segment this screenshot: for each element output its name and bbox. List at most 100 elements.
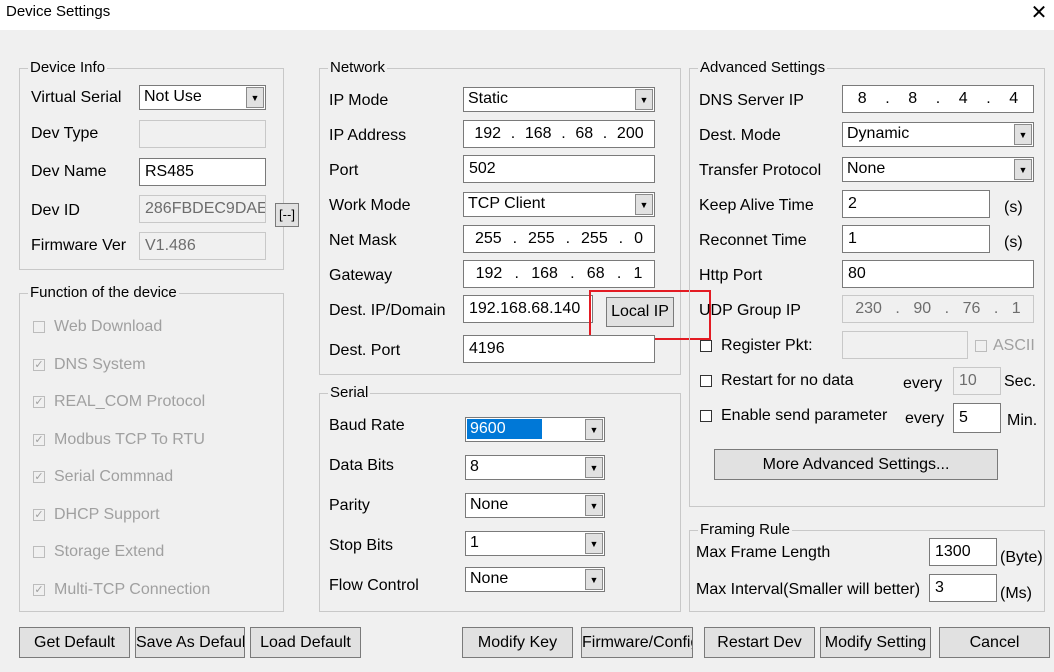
- dns-octet: 8: [857, 90, 867, 107]
- parity-select[interactable]: None ▼: [465, 493, 605, 518]
- keep-alive-input[interactable]: 2: [842, 190, 990, 218]
- serial-title: Serial: [328, 384, 371, 402]
- ascii-label: ASCII: [993, 337, 1035, 354]
- window-title: Device Settings: [6, 3, 111, 20]
- net-mask-input[interactable]: 255. 255. 255. 0: [463, 225, 655, 253]
- title-bar: [0, 0, 1054, 30]
- stop-bits-select[interactable]: 1 ▼: [465, 531, 605, 556]
- ip-octet: 200: [616, 125, 644, 142]
- work-mode-select[interactable]: TCP Client ▼: [463, 192, 655, 217]
- max-interval-input[interactable]: 3: [929, 574, 997, 602]
- restart-no-data-checkbox[interactable]: Restart for no data: [700, 371, 854, 391]
- more-advanced-button[interactable]: More Advanced Settings...: [714, 449, 998, 480]
- stop-bits-label: Stop Bits: [329, 537, 394, 554]
- dev-id-label: Dev ID: [31, 202, 80, 219]
- reconnect-label: Reconnet Time: [699, 232, 807, 249]
- enable-send-checkbox[interactable]: Enable send parameter: [700, 406, 887, 426]
- baud-rate-select[interactable]: 9600 ▼: [465, 417, 605, 442]
- udp-octet: 90: [913, 300, 932, 317]
- dest-mode-select[interactable]: Dynamic ▼: [842, 122, 1034, 147]
- work-mode-label: Work Mode: [329, 197, 411, 214]
- dns-server-input[interactable]: 8. 8. 4. 4: [842, 85, 1034, 113]
- function-title: Function of the device: [28, 284, 179, 302]
- port-input[interactable]: 502: [463, 155, 655, 183]
- restart-dev-button[interactable]: Restart Dev: [704, 627, 815, 658]
- modify-key-button[interactable]: Modify Key: [462, 627, 573, 658]
- enable-every-label: every: [905, 410, 945, 427]
- dest-ip-input[interactable]: 192.168.68.140: [463, 295, 593, 323]
- advanced-title: Advanced Settings: [698, 59, 828, 77]
- mask-octet: 255: [528, 230, 555, 247]
- enable-minutes-input[interactable]: 5: [953, 403, 1001, 433]
- register-pkt-checkbox[interactable]: Register Pkt:: [700, 336, 813, 356]
- firmware-field: V1.486: [139, 232, 266, 260]
- ip-address-input[interactable]: 192. 168. 68. 200: [463, 120, 655, 148]
- dev-type-field: [139, 120, 266, 148]
- modify-setting-button[interactable]: Modify Setting: [820, 627, 931, 658]
- restart-every-label: every: [903, 375, 943, 392]
- udp-octet: 1: [1011, 300, 1021, 317]
- gateway-label: Gateway: [329, 267, 393, 284]
- udp-octet: 76: [962, 300, 981, 317]
- virtual-serial-select[interactable]: Not Use ▼: [139, 85, 266, 110]
- flow-control-select[interactable]: None ▼: [465, 567, 605, 592]
- close-icon[interactable]: ✕: [1028, 0, 1050, 26]
- dest-ip-label: Dest. IP/Domain: [329, 302, 446, 319]
- gateway-octet: 1: [633, 265, 643, 282]
- register-pkt-field: [842, 331, 968, 359]
- enable-send-label: Enable send parameter: [721, 407, 888, 424]
- udp-group-input: 230. 90. 76. 1: [842, 295, 1034, 323]
- ip-octet: 68: [575, 125, 594, 142]
- work-mode-value: TCP Client: [468, 195, 546, 212]
- firmware-config-button[interactable]: Firmware/Config: [581, 627, 693, 658]
- framing-title: Framing Rule: [698, 521, 793, 539]
- cancel-button[interactable]: Cancel: [939, 627, 1050, 658]
- data-bits-label: Data Bits: [329, 457, 394, 474]
- restart-seconds-field: 10: [953, 367, 1001, 395]
- max-frame-input[interactable]: 1300: [929, 538, 997, 566]
- max-interval-unit: (Ms): [1000, 585, 1032, 602]
- checkmark-icon: ✓: [33, 471, 45, 483]
- chevron-down-icon: ▼: [585, 419, 603, 440]
- load-default-button[interactable]: Load Default: [250, 627, 361, 658]
- function-item-label: Modbus TCP To RTU: [54, 431, 205, 448]
- function-item: ✓ REAL_COM Protocol: [33, 392, 205, 412]
- flow-control-label: Flow Control: [329, 577, 419, 594]
- chevron-down-icon: ▼: [585, 533, 603, 554]
- ip-mode-select[interactable]: Static ▼: [463, 87, 655, 112]
- restart-no-data-label: Restart for no data: [721, 372, 854, 389]
- dest-port-input[interactable]: 4196: [463, 335, 655, 363]
- http-port-label: Http Port: [699, 267, 763, 284]
- dns-octet: 4: [958, 90, 968, 107]
- virtual-serial-value: Not Use: [144, 88, 202, 105]
- keep-alive-label: Keep Alive Time: [699, 197, 814, 214]
- chevron-down-icon: ▼: [246, 87, 264, 108]
- gateway-input[interactable]: 192. 168. 68. 1: [463, 260, 655, 288]
- parity-label: Parity: [329, 497, 370, 514]
- mask-octet: 0: [634, 230, 643, 247]
- checkmark-icon: ✓: [33, 584, 45, 596]
- baud-rate-value: 9600: [467, 419, 542, 439]
- stop-bits-value: 1: [470, 534, 479, 551]
- data-bits-value: 8: [470, 458, 479, 475]
- data-bits-select[interactable]: 8 ▼: [465, 455, 605, 480]
- get-default-button[interactable]: Get Default: [19, 627, 130, 658]
- http-port-input[interactable]: 80: [842, 260, 1034, 288]
- dev-id-button[interactable]: [--]: [275, 203, 299, 227]
- dev-name-input[interactable]: RS485: [139, 158, 266, 186]
- function-item: ✓ Serial Commnad: [33, 467, 173, 487]
- mask-octet: 255: [581, 230, 608, 247]
- function-item: ✓ Modbus TCP To RTU: [33, 430, 205, 450]
- reconnect-input[interactable]: 1: [842, 225, 990, 253]
- transfer-protocol-select[interactable]: None ▼: [842, 157, 1034, 182]
- transfer-protocol-label: Transfer Protocol: [699, 162, 822, 179]
- dns-octet: 8: [908, 90, 918, 107]
- function-item: ✓ DHCP Support: [33, 505, 160, 525]
- save-as-default-button[interactable]: Save As Default: [135, 627, 245, 658]
- checkmark-icon: ✓: [33, 509, 45, 521]
- function-item-label: Serial Commnad: [54, 468, 174, 485]
- flow-control-value: None: [470, 570, 509, 587]
- port-label: Port: [329, 162, 359, 179]
- net-mask-label: Net Mask: [329, 232, 397, 249]
- max-interval-label: Max Interval(Smaller will better): [696, 581, 921, 598]
